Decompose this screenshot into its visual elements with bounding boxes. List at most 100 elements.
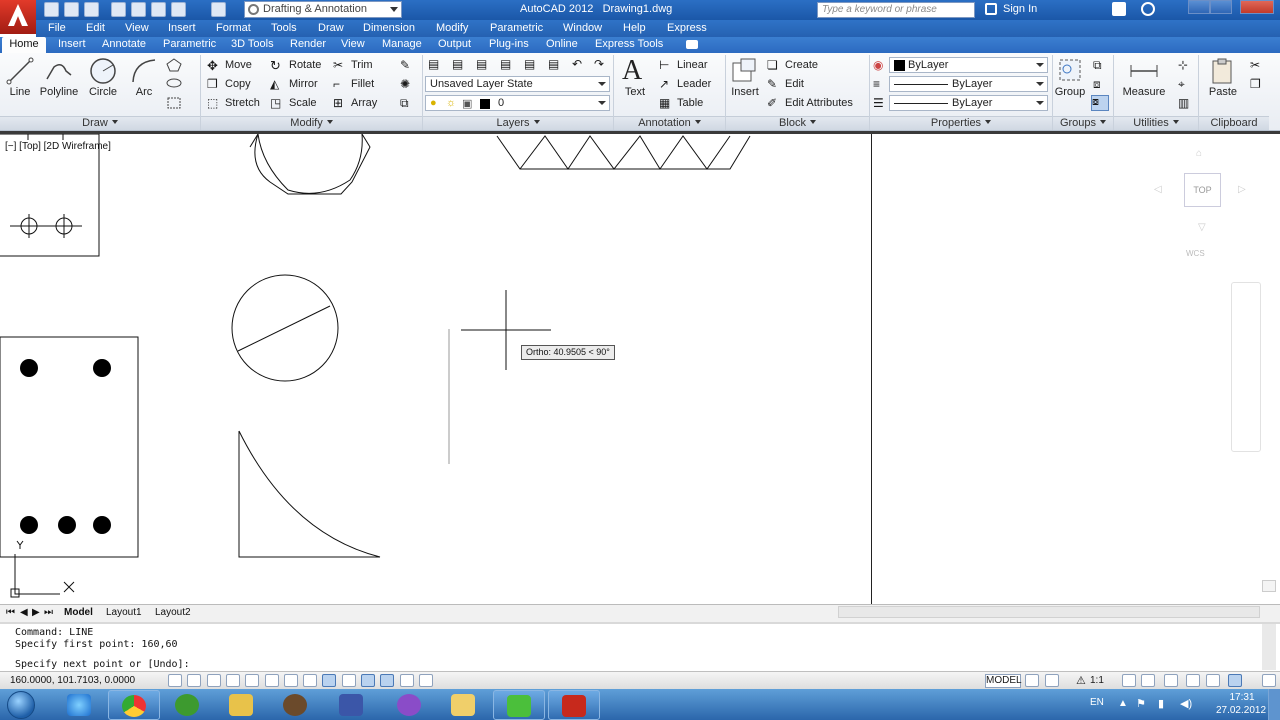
clean-screen-icon[interactable] bbox=[1262, 674, 1276, 687]
tab-3d-tools[interactable]: 3D Tools bbox=[231, 38, 274, 50]
tab-express-tools[interactable]: Express Tools bbox=[595, 38, 663, 50]
taskbar-app-4[interactable] bbox=[216, 690, 268, 720]
isolate-objects-icon[interactable] bbox=[1228, 674, 1242, 687]
coordinate-readout[interactable]: 160.0000, 101.7103, 0.0000 bbox=[10, 675, 135, 686]
next-tab-icon[interactable]: ▶ bbox=[32, 607, 40, 618]
tab-model[interactable]: Model bbox=[64, 607, 93, 618]
truss[interactable] bbox=[496, 135, 751, 170]
quick-properties-icon[interactable] bbox=[400, 674, 414, 687]
taskbar-autocad[interactable] bbox=[548, 690, 600, 720]
panel-title-properties[interactable]: Properties bbox=[870, 116, 1052, 130]
tab-render[interactable]: Render bbox=[290, 38, 326, 50]
new-icon[interactable] bbox=[44, 2, 59, 17]
taskbar-internet-explorer[interactable] bbox=[54, 690, 106, 720]
arc-button[interactable]: Arc bbox=[130, 86, 158, 98]
object-snap-icon[interactable] bbox=[265, 674, 279, 687]
measure-button[interactable]: Measure bbox=[1119, 86, 1169, 98]
annotation-scale-select[interactable]: 1:1 bbox=[1090, 675, 1104, 686]
tab-output[interactable]: Output bbox=[438, 38, 471, 50]
taskbar-chrome[interactable] bbox=[108, 690, 160, 720]
menu-file[interactable]: File bbox=[48, 22, 66, 34]
group-button[interactable]: Group bbox=[1053, 86, 1087, 98]
copy-clip-icon[interactable]: ❐ bbox=[1250, 77, 1264, 91]
bolt-dot[interactable] bbox=[20, 516, 38, 534]
quick-view-layouts-icon[interactable] bbox=[1025, 674, 1039, 687]
linear-button[interactable]: Linear bbox=[677, 59, 708, 71]
save-as-icon[interactable] bbox=[111, 2, 126, 17]
lineweight-toggle-icon[interactable] bbox=[361, 674, 375, 687]
layer-properties-icon[interactable]: ▤ bbox=[428, 57, 442, 71]
line-button[interactable]: Line bbox=[6, 86, 34, 98]
volume-icon[interactable]: ◀) bbox=[1180, 697, 1192, 710]
create-button[interactable]: Create bbox=[785, 59, 818, 71]
quick-view-drawings-icon[interactable] bbox=[1045, 674, 1059, 687]
edit-attributes-button[interactable]: Edit Attributes bbox=[785, 97, 853, 109]
scale-button[interactable]: Scale bbox=[289, 97, 317, 109]
tab-annotate[interactable]: Annotate bbox=[102, 38, 146, 50]
layer-previous-icon[interactable]: ↶ bbox=[572, 57, 586, 71]
tab-online[interactable]: Online bbox=[546, 38, 578, 50]
taskbar-app-7[interactable] bbox=[384, 690, 436, 720]
transparency-icon[interactable] bbox=[380, 674, 394, 687]
taskbar-camtasia[interactable] bbox=[493, 690, 545, 720]
tab-manage[interactable]: Manage bbox=[382, 38, 422, 50]
ellipse-icon[interactable] bbox=[166, 77, 182, 89]
tab-layout2[interactable]: Layout2 bbox=[155, 607, 191, 618]
ortho-mode-icon[interactable] bbox=[226, 674, 240, 687]
menu-tools[interactable]: Tools bbox=[271, 22, 297, 34]
tab-view[interactable]: View bbox=[341, 38, 365, 50]
bolt-dot[interactable] bbox=[20, 359, 38, 377]
leader-button[interactable]: Leader bbox=[677, 78, 711, 90]
horizontal-scrollbar[interactable] bbox=[838, 606, 1260, 618]
layer-walk-icon[interactable]: ↷ bbox=[594, 57, 608, 71]
bolt-dot[interactable] bbox=[58, 516, 76, 534]
polygon-icon[interactable] bbox=[166, 58, 182, 72]
navigation-bar[interactable] bbox=[1231, 282, 1261, 452]
language-indicator[interactable]: EN bbox=[1090, 697, 1104, 708]
minimize-button[interactable] bbox=[1188, 0, 1210, 14]
group-selection-icon[interactable]: ⧇ bbox=[1091, 95, 1109, 111]
panel-title-annotation[interactable]: Annotation bbox=[614, 116, 725, 130]
lineweight-icon[interactable]: ≡ bbox=[873, 77, 887, 91]
plot-icon[interactable] bbox=[131, 2, 146, 17]
clock-date[interactable]: 27.02.2012 bbox=[1212, 705, 1270, 716]
infer-constraints-icon[interactable] bbox=[168, 674, 182, 687]
maximize-button[interactable] bbox=[1210, 0, 1232, 14]
nut-curve[interactable] bbox=[249, 134, 363, 194]
panel-title-modify[interactable]: Modify bbox=[201, 116, 422, 130]
menu-insert[interactable]: Insert bbox=[168, 22, 196, 34]
tab-home[interactable]: Home bbox=[2, 37, 46, 53]
3d-object-snap-icon[interactable] bbox=[284, 674, 298, 687]
dynamic-ucs-icon[interactable] bbox=[322, 674, 336, 687]
selection-cycling-icon[interactable] bbox=[419, 674, 433, 687]
open-icon[interactable] bbox=[64, 2, 79, 17]
menu-view[interactable]: View bbox=[125, 22, 149, 34]
mirror-button[interactable]: Mirror bbox=[289, 78, 318, 90]
viewcube[interactable]: TOP bbox=[1184, 173, 1221, 207]
explode-icon[interactable]: ✺ bbox=[400, 77, 414, 91]
bolt-dot[interactable] bbox=[93, 516, 111, 534]
command-prompt[interactable]: Specify next point or [Undo]: bbox=[15, 659, 190, 670]
show-desktop-button[interactable] bbox=[1268, 689, 1280, 720]
polar-tracking-icon[interactable] bbox=[245, 674, 259, 687]
color-select[interactable]: ByLayer bbox=[889, 57, 1048, 73]
network-icon[interactable]: ▮ bbox=[1158, 697, 1164, 710]
command-scrollbar[interactable] bbox=[1262, 624, 1276, 670]
hatch-icon[interactable] bbox=[166, 96, 182, 110]
linetype-icon[interactable]: ☰ bbox=[873, 96, 887, 110]
layer-off-icon[interactable]: ▤ bbox=[524, 57, 538, 71]
tab-layout1[interactable]: Layout1 bbox=[106, 607, 142, 618]
layer-select[interactable]: ● ☼ ▣ 0 bbox=[425, 95, 610, 111]
copy-button[interactable]: Copy bbox=[225, 78, 251, 90]
menu-edit[interactable]: Edit bbox=[86, 22, 105, 34]
fillet-shape[interactable] bbox=[238, 430, 381, 558]
menu-window[interactable]: Window bbox=[563, 22, 602, 34]
tab-parametric[interactable]: Parametric bbox=[163, 38, 216, 50]
group-edit-icon[interactable]: ⧈ bbox=[1093, 77, 1107, 91]
insert-button[interactable]: Insert bbox=[727, 86, 763, 98]
nut-outline[interactable] bbox=[254, 134, 371, 195]
annotation-visibility-icon[interactable] bbox=[1122, 674, 1136, 687]
taskbar-utorrent[interactable] bbox=[162, 690, 214, 720]
ribbon-minimize-icon[interactable] bbox=[686, 40, 698, 49]
toolbar-lock-icon[interactable] bbox=[1186, 674, 1200, 687]
